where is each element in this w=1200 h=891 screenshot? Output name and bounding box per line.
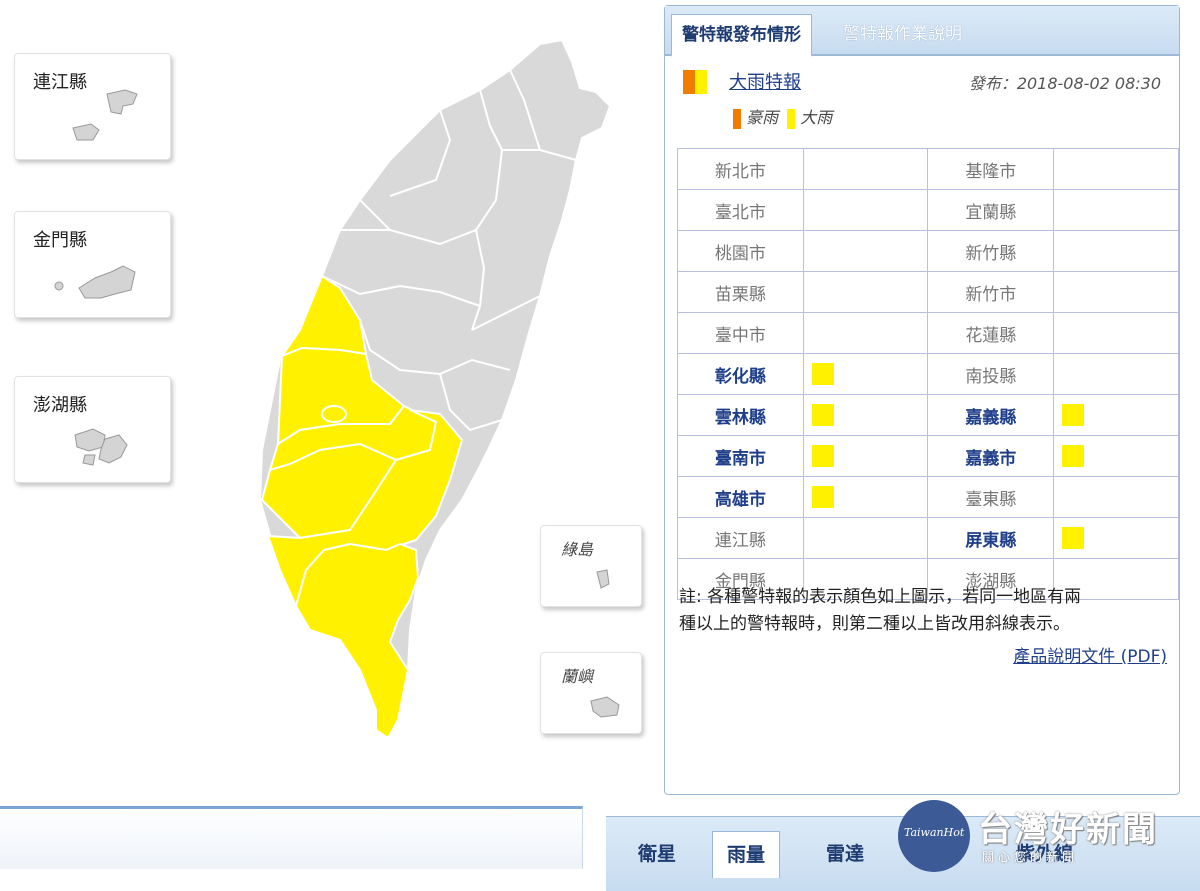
county-name: 臺中市 (677, 312, 804, 354)
county-row: 桃園市 新竹縣 (677, 230, 1179, 272)
county-warning-cell (802, 394, 929, 436)
county-row: 彰化縣 南投縣 (677, 353, 1179, 395)
county-row: 臺南市 嘉義市 (677, 435, 1179, 477)
county-name[interactable]: 嘉義市 (927, 435, 1055, 477)
tab-radar[interactable]: 雷達 (812, 831, 878, 877)
county-name: 新竹市 (927, 271, 1055, 313)
tab-satellite[interactable]: 衛星 (624, 831, 690, 877)
panel-tabs: 警特報發布情形 警特報作業說明 (665, 6, 1179, 57)
tab-rainfall[interactable]: 雨量 (712, 831, 781, 878)
county-warning-cell (802, 271, 929, 313)
county-name[interactable]: 彰化縣 (677, 353, 804, 395)
county-name: 花蓮縣 (927, 312, 1055, 354)
county-warning-cell (1053, 230, 1179, 272)
tab-warning-explanation[interactable]: 警特報作業說明 (833, 14, 972, 54)
heavy-rain-swatch (787, 108, 796, 129)
torrential-rain-label: 豪雨 (746, 108, 779, 127)
kinmen-shape (54, 265, 136, 299)
county-warning-cell (1053, 435, 1179, 477)
county-name: 苗栗縣 (677, 271, 804, 313)
warning-legend: 大雨特報 發布：2018-08-02 08:30 豪雨 大雨 (681, 66, 1161, 136)
county-warning-cell (802, 189, 929, 231)
county-row: 高雄市 臺東縣 (677, 476, 1179, 518)
county-warning-cell (1053, 476, 1179, 518)
taiwan-map (258, 38, 612, 740)
county-row: 臺中市 花蓮縣 (677, 312, 1179, 354)
heavy-rain-marker (811, 445, 834, 467)
heavy-rain-marker (1062, 527, 1085, 549)
county-name[interactable]: 屏東縣 (927, 517, 1055, 559)
note-text: 註: 各種警特報的表示顏色如上圖示，若同一地區有兩 種以上的警特報時，則第二種以… (679, 584, 1169, 638)
county-row: 連江縣 屏東縣 (677, 517, 1179, 559)
tab-warning-status[interactable]: 警特報發布情形 (671, 14, 812, 57)
watermark-subtitle: 關心您的新聞 (982, 850, 1079, 864)
inset-penghu: 澎湖縣 (14, 376, 171, 483)
county-name: 連江縣 (677, 517, 804, 559)
inset-kinmen: 金門縣 (14, 211, 171, 318)
county-warning-cell (802, 230, 929, 272)
county-name: 南投縣 (927, 353, 1055, 395)
warning-type-link[interactable]: 大雨特報 (729, 68, 801, 94)
county-warning-cell (1053, 148, 1179, 190)
county-name: 臺東縣 (927, 476, 1055, 518)
county-warning-cell (1053, 312, 1179, 354)
issue-time: 發布：2018-08-02 08:30 (968, 74, 1161, 93)
county-row: 苗栗縣 新竹市 (677, 271, 1179, 313)
product-pdf-link[interactable]: 產品說明文件 (PDF) (1013, 642, 1167, 667)
county-name[interactable]: 雲林縣 (677, 394, 804, 436)
news-watermark: TaiwanHot 台灣好新聞 關心您的新聞 (896, 796, 1196, 876)
county-name[interactable]: 嘉義縣 (927, 394, 1055, 436)
county-row: 臺北市 宜蘭縣 (677, 189, 1179, 231)
county-row: 新北市 基隆市 (677, 148, 1179, 190)
note-line-2: 種以上的警特報時，則第二種以上皆改用斜線表示。 (679, 614, 1070, 634)
county-warning-cell (802, 476, 929, 518)
color-legend: 豪雨 大雨 (733, 104, 832, 129)
heavy-rain-marker (1062, 445, 1085, 467)
county-row: 雲林縣 嘉義縣 (677, 394, 1179, 436)
heavy-rain-label: 大雨 (800, 108, 833, 127)
county-name: 新竹縣 (927, 230, 1055, 272)
county-warning-cell (802, 517, 929, 559)
county-name[interactable]: 臺南市 (677, 435, 804, 477)
county-warning-cell (802, 353, 929, 395)
note-line-1: 註: 各種警特報的表示顏色如上圖示，若同一地區有兩 (679, 587, 1082, 607)
county-warning-cell (802, 435, 929, 477)
county-warning-cell (1053, 271, 1179, 313)
heavy-rain-marker (1062, 404, 1085, 426)
county-warning-cell (1053, 353, 1179, 395)
county-name: 桃園市 (677, 230, 804, 272)
heavy-rain-marker (811, 363, 834, 385)
lienchiang-shape (72, 89, 138, 141)
heavy-rain-marker (811, 486, 834, 508)
heavy-rain-marker (811, 404, 834, 426)
torrential-rain-swatch (733, 108, 741, 129)
watermark-logo-text: TaiwanHot (904, 826, 965, 839)
county-warning-table: 新北市 基隆市 臺北市 宜蘭縣 桃園市 新竹縣 苗栗縣 新竹市 臺中市 花蓮縣 彰化縣 南投縣 雲林縣嘉… (677, 148, 1179, 600)
county-warning-cell (802, 148, 929, 190)
county-name: 基隆市 (927, 148, 1055, 190)
watermark-title: 台灣好新聞 (978, 810, 1158, 850)
county-name: 臺北市 (677, 189, 804, 231)
county-warning-cell (1053, 189, 1179, 231)
inset-lienchiang: 連江縣 (14, 53, 171, 160)
county-warning-cell (1053, 394, 1179, 436)
county-name[interactable]: 高雄市 (677, 476, 804, 518)
county-warning-cell (802, 312, 929, 354)
bottom-left-bar (0, 806, 583, 869)
warning-panel: 警特報發布情形 警特報作業說明 大雨特報 發布：2018-08-02 08:30… (664, 5, 1180, 795)
heavy-rain-legend-icon (683, 70, 709, 94)
penghu-shape (74, 428, 128, 466)
county-warning-cell (1053, 517, 1179, 559)
chiayi-city (321, 405, 347, 423)
county-name: 新北市 (677, 148, 804, 190)
county-name: 宜蘭縣 (927, 189, 1055, 231)
